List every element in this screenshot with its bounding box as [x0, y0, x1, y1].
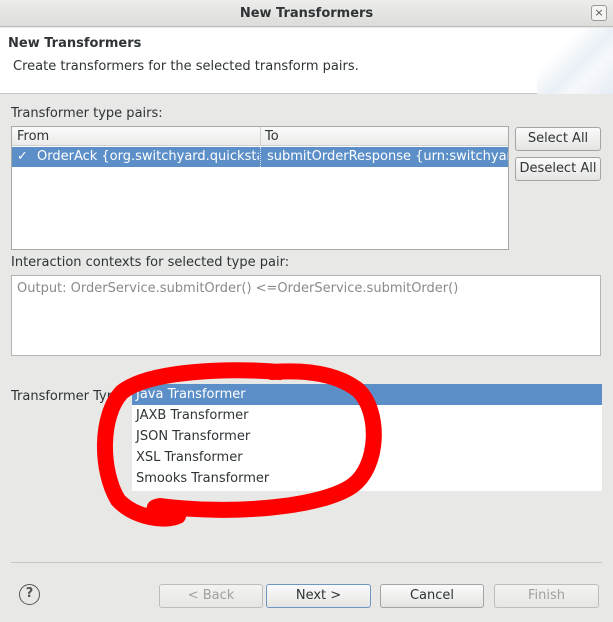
cell-divider	[260, 147, 261, 167]
wizard-banner: New Transformers Create transformers for…	[0, 28, 613, 94]
interaction-contexts-field[interactable]: Output: OrderService.submitOrder() <=Ord…	[11, 275, 601, 356]
cell-from: OrderAck {org.switchyard.quickstart	[37, 149, 259, 164]
interaction-contexts-label: Interaction contexts for selected type p…	[11, 255, 290, 270]
select-all-button[interactable]: Select All	[515, 127, 601, 151]
wizard-title: New Transformers	[8, 36, 142, 51]
column-header-to[interactable]: To	[265, 129, 279, 144]
table-header: From To	[12, 127, 508, 146]
list-item-java-transformer[interactable]: Java Transformer	[132, 384, 602, 405]
close-icon[interactable]: ×	[591, 5, 607, 21]
type-pairs-table[interactable]: From To ✓ OrderAck {org.switchyard.quick…	[11, 126, 509, 250]
column-divider[interactable]	[260, 127, 261, 146]
type-pairs-label: Transformer type pairs:	[11, 106, 163, 121]
list-item-smooks-transformer[interactable]: Smooks Transformer	[132, 468, 602, 489]
window-titlebar: New Transformers ×	[0, 0, 613, 27]
list-item-json-transformer[interactable]: JSON Transformer	[132, 426, 602, 447]
table-row[interactable]: ✓ OrderAck {org.switchyard.quickstart su…	[12, 147, 508, 167]
deselect-all-button[interactable]: Deselect All	[515, 157, 601, 181]
interaction-context-value: Output: OrderService.submitOrder() <=Ord…	[17, 281, 459, 296]
finish-button[interactable]: Finish	[494, 584, 599, 608]
wizard-banner-graphic	[537, 28, 613, 94]
cancel-button[interactable]: Cancel	[380, 584, 484, 608]
window-title: New Transformers	[239, 6, 374, 21]
list-item-xsl-transformer[interactable]: XSL Transformer	[132, 447, 602, 468]
back-button[interactable]: < Back	[159, 584, 263, 608]
cell-to: submitOrderResponse {urn:switchyard	[267, 149, 508, 164]
wizard-description: Create transformers for the selected tra…	[13, 59, 359, 74]
footer-separator	[11, 562, 602, 563]
next-button[interactable]: Next >	[266, 584, 371, 608]
column-header-from[interactable]: From	[17, 129, 49, 144]
help-icon[interactable]: ?	[19, 584, 40, 605]
row-checkbox-checked-icon[interactable]: ✓	[17, 150, 30, 163]
list-item-jaxb-transformer[interactable]: JAXB Transformer	[132, 405, 602, 426]
transformer-type-list[interactable]: Java Transformer JAXB Transformer JSON T…	[132, 384, 602, 491]
transformer-type-label: Transformer Type	[11, 389, 123, 404]
